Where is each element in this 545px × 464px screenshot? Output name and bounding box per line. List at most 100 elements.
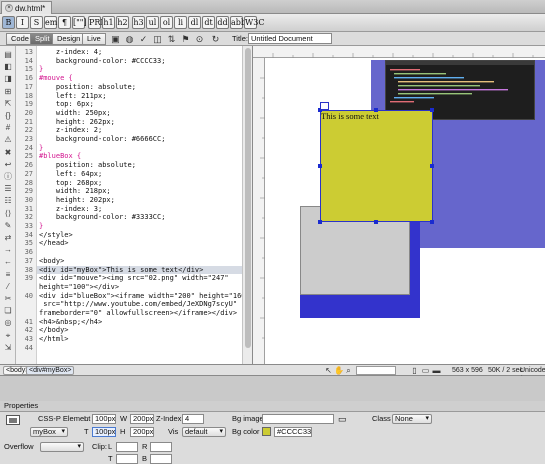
clip-right-field[interactable]	[150, 442, 172, 452]
code-line[interactable]: <body>	[39, 257, 64, 265]
multiscreen-icon[interactable]: ▣	[110, 34, 121, 44]
select-tool-icon[interactable]: ↖	[324, 366, 333, 375]
zoom-field[interactable]	[356, 366, 396, 375]
width-field[interactable]: 200px	[130, 414, 154, 424]
code-line[interactable]: height: 202px;	[39, 196, 115, 204]
outdent-icon[interactable]: ←	[3, 257, 13, 266]
collapse-selection-icon[interactable]: ◨	[3, 74, 13, 83]
insert-format-button[interactable]: h3	[132, 16, 145, 29]
clip-left-field[interactable]	[116, 442, 138, 452]
document-title-input[interactable]: Untitled Document	[248, 33, 332, 44]
word-wrap-icon[interactable]: ↩	[3, 160, 13, 169]
open-documents-icon[interactable]: ▤	[3, 50, 13, 59]
select-parent-icon[interactable]: ⇱	[3, 99, 13, 108]
left-field[interactable]: 100px	[92, 414, 116, 424]
visibility-select[interactable]: default	[182, 427, 226, 437]
collapse-tag-icon[interactable]: ◧	[3, 62, 13, 71]
uncomment-icon[interactable]: ☷	[3, 196, 13, 205]
insert-format-button[interactable]: W3C	[244, 16, 264, 29]
file-management-icon[interactable]: ⇅	[166, 34, 177, 44]
code-line[interactable]: z-index: 3;	[39, 205, 102, 213]
code-line[interactable]: </head>	[39, 239, 69, 247]
insert-format-button[interactable]: dl	[188, 16, 201, 29]
apply-comment-icon[interactable]: ⁄	[3, 282, 13, 291]
code-line[interactable]: #blueBox {	[39, 152, 81, 160]
code-line[interactable]: top: 268px;	[39, 179, 102, 187]
insert-format-button[interactable]: li	[174, 16, 187, 29]
zoom-tool-icon[interactable]: ⌕	[344, 366, 353, 375]
code-line[interactable]: <h4>&nbsp;</h4>	[39, 318, 102, 326]
height-field[interactable]: 200px	[130, 427, 154, 437]
code-line[interactable]: height="100"></div>	[39, 283, 119, 291]
line-numbers-icon[interactable]: #	[3, 123, 13, 132]
code-line[interactable]: z-index: 2;	[39, 126, 102, 134]
recent-snippets-icon[interactable]: ✎	[3, 221, 13, 230]
insert-format-button[interactable]: h2	[116, 16, 129, 29]
split-view-button[interactable]: Split	[30, 33, 55, 45]
code-line[interactable]: width: 218px;	[39, 187, 111, 195]
live-view-button[interactable]: Live	[82, 33, 106, 45]
inspect-code-icon[interactable]: ⌖	[3, 331, 13, 340]
selection-handle[interactable]	[318, 164, 322, 168]
clip-bottom-field[interactable]	[150, 454, 172, 464]
insert-format-button[interactable]: S	[30, 16, 43, 29]
code-line[interactable]: </body>	[39, 326, 69, 334]
indent-icon[interactable]: →	[3, 245, 13, 254]
hand-tool-icon[interactable]: ✋	[334, 366, 344, 375]
insert-format-button[interactable]: ol	[160, 16, 173, 29]
window-size[interactable]: 563 x 596	[452, 366, 483, 375]
highlight-invalid-icon[interactable]: ⚠	[3, 135, 13, 144]
browse-folder-icon[interactable]: ▭	[338, 414, 347, 425]
overflow-select[interactable]	[40, 442, 84, 452]
code-line[interactable]: background-color: #6666CC;	[39, 135, 166, 143]
design-canvas[interactable]: This is some text	[265, 58, 545, 364]
insert-format-button[interactable]: dd	[216, 16, 229, 29]
code-line[interactable]: position: absolute;	[39, 83, 136, 91]
check-page-icon[interactable]: ✓	[138, 34, 149, 44]
close-icon[interactable]: ×	[5, 4, 13, 12]
insert-format-button[interactable]: em	[44, 16, 57, 29]
code-line[interactable]: </html>	[39, 335, 69, 343]
browser-preview-icon[interactable]: ◍	[124, 34, 135, 44]
insert-format-button[interactable]: [""]	[72, 16, 87, 29]
ap-element-tab[interactable]	[320, 102, 329, 110]
move-css-icon[interactable]: ⇄	[3, 233, 13, 242]
code-line[interactable]: left: 211px;	[39, 92, 107, 100]
code-line[interactable]: src="http://www.youtube.com/embed/JeXDNg…	[39, 300, 237, 308]
code-line[interactable]: </style>	[39, 231, 73, 239]
code-line[interactable]: left: 64px;	[39, 170, 102, 178]
selection-handle[interactable]	[430, 164, 434, 168]
insert-format-button[interactable]: ul	[146, 16, 159, 29]
mobile-size-icon[interactable]: ▯	[410, 366, 419, 375]
bg-color-field[interactable]: #CCCC33	[274, 427, 312, 437]
class-select[interactable]: None	[392, 414, 432, 424]
validate-icon[interactable]: ⚑	[180, 34, 191, 44]
design-view-button[interactable]: Design	[52, 33, 86, 45]
wrap-tag-icon[interactable]: ⟨⟩	[3, 209, 13, 218]
info-icon[interactable]: ⓘ	[3, 172, 13, 181]
code-line[interactable]: <div id="myBox">This is some text</div>	[37, 265, 242, 274]
bg-color-swatch[interactable]	[262, 427, 271, 436]
comment-icon[interactable]: ☰	[3, 184, 13, 193]
selection-handle[interactable]	[430, 220, 434, 224]
top-field[interactable]: 100px	[92, 427, 116, 437]
tablet-size-icon[interactable]: ▭	[421, 366, 430, 375]
snippet-icon[interactable]: ❏	[3, 306, 13, 315]
refresh-icon[interactable]: ↻	[210, 34, 221, 44]
insert-format-button[interactable]: I	[16, 16, 29, 29]
clip-top-field[interactable]	[116, 454, 138, 464]
code-nav-icon[interactable]: ⇲	[3, 343, 13, 352]
code-line[interactable]: #mouve {	[39, 74, 73, 82]
code-editor[interactable]: z-index: 4; background-color: #CCCC33;} #…	[37, 46, 242, 364]
selection-handle[interactable]	[374, 220, 378, 224]
insert-format-button[interactable]: PRE	[88, 16, 106, 29]
mybox-div[interactable]: This is some text	[320, 110, 433, 222]
insert-format-button[interactable]: h1	[102, 16, 115, 29]
selection-handle[interactable]	[374, 108, 378, 112]
expand-all-icon[interactable]: ⊞	[3, 87, 13, 96]
format-source-icon[interactable]: ≡	[3, 270, 13, 279]
code-line[interactable]: background-color: #CCCC33;	[39, 57, 166, 65]
visual-aids-icon[interactable]: ◫	[152, 34, 163, 44]
insert-format-button[interactable]: ¶	[58, 16, 71, 29]
tag-selector-div[interactable]: <div#myBox>	[26, 366, 75, 375]
